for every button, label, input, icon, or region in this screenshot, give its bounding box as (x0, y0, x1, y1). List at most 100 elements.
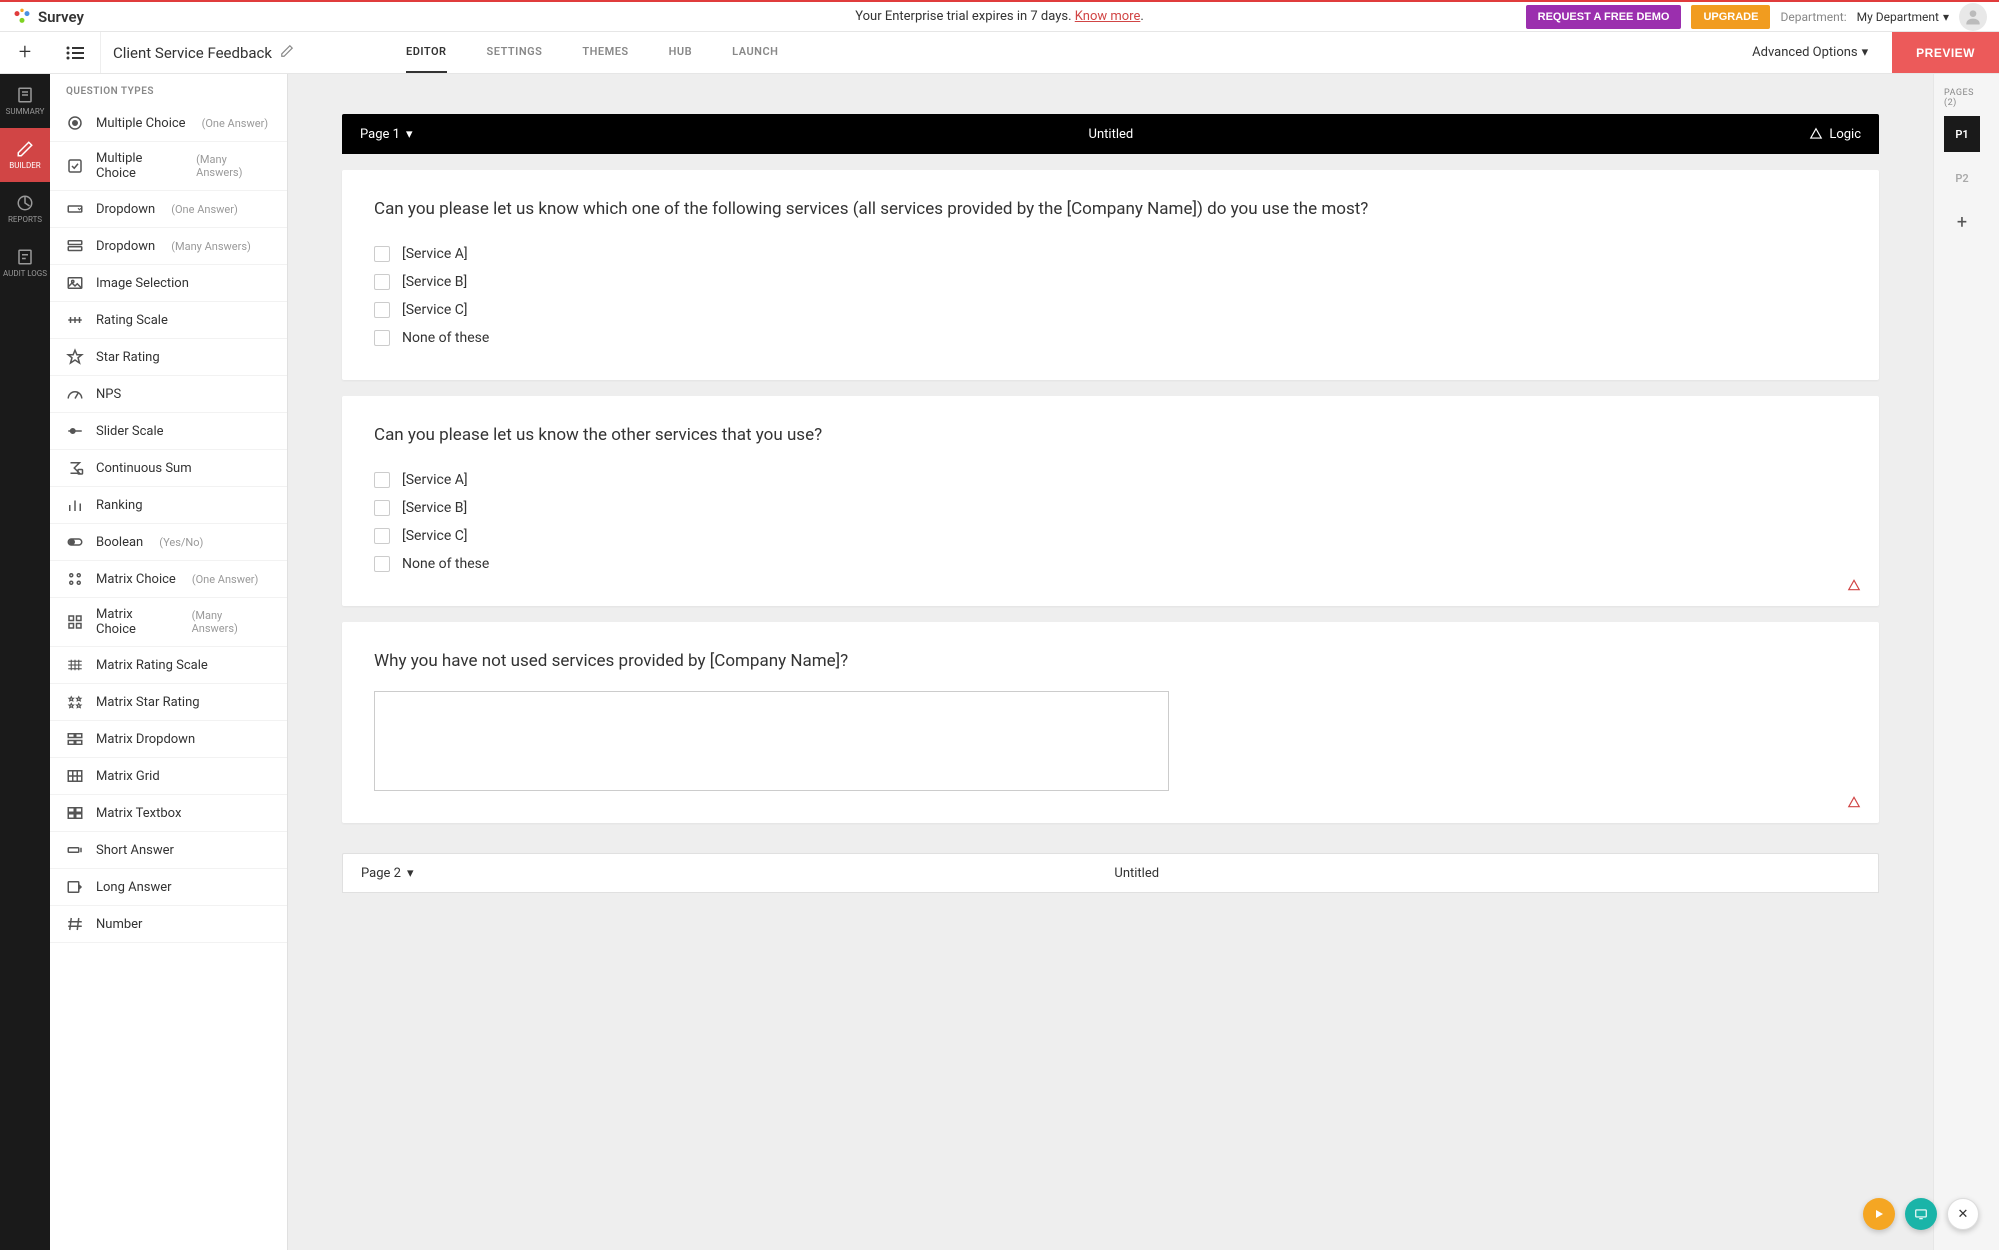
qtype-item[interactable]: Multiple Choice(One Answer) (50, 105, 287, 142)
logic-triangle-icon (1847, 578, 1861, 592)
qtype-item[interactable]: NPS (50, 376, 287, 413)
logic-indicator[interactable] (1847, 795, 1861, 813)
checkbox[interactable] (374, 500, 390, 516)
upgrade-button[interactable]: UPGRADE (1691, 5, 1770, 29)
answer-option[interactable]: None of these (374, 550, 1847, 578)
qtype-item[interactable]: Long Answer (50, 869, 287, 906)
qtype-label: Dropdown (96, 239, 155, 254)
answer-option[interactable]: [Service A] (374, 240, 1847, 268)
qtype-label: Star Rating (96, 350, 160, 365)
qtype-label: Dropdown (96, 202, 155, 217)
question-card[interactable]: Can you please let us know which one of … (342, 170, 1879, 380)
qtype-item[interactable]: Number (50, 906, 287, 943)
question-card[interactable]: Why you have not used services provided … (342, 622, 1879, 824)
rail-summary[interactable]: SUMMARY (0, 74, 50, 128)
avatar[interactable] (1959, 3, 1987, 31)
qtype-label: Matrix Rating Scale (96, 658, 208, 673)
page2-title[interactable]: Untitled (413, 866, 1860, 881)
rating-icon (66, 311, 84, 329)
checkbox[interactable] (374, 274, 390, 290)
editor-canvas[interactable]: Page 1 ▾ Untitled Logic Can you please l… (288, 74, 1933, 1250)
qtype-item[interactable]: Boolean(Yes/No) (50, 524, 287, 561)
tab-settings[interactable]: SETTINGS (487, 32, 543, 73)
page-header-bar: Page 1 ▾ Untitled Logic (342, 114, 1879, 154)
preview-button[interactable]: PREVIEW (1892, 32, 1999, 73)
page-thumb-2[interactable]: P2 (1944, 160, 1980, 196)
checkbox[interactable] (374, 330, 390, 346)
qtype-item[interactable]: Matrix Textbox (50, 795, 287, 832)
qtype-item[interactable]: Image Selection (50, 265, 287, 302)
qtype-item[interactable]: Matrix Dropdown (50, 721, 287, 758)
tab-editor[interactable]: EDITOR (406, 32, 447, 73)
page2-header-bar: Page 2 ▾ Untitled (342, 853, 1879, 893)
fab-help[interactable] (1905, 1198, 1937, 1230)
answer-option[interactable]: None of these (374, 324, 1847, 352)
trial-message: Your Enterprise trial expires in 7 days.… (855, 9, 1144, 24)
know-more-link[interactable]: Know more (1075, 9, 1141, 24)
edit-title-button[interactable] (280, 44, 294, 62)
qtype-item[interactable]: Star Rating (50, 339, 287, 376)
answer-label: [Service B] (402, 274, 467, 290)
image-icon (66, 274, 84, 292)
checkbox[interactable] (374, 528, 390, 544)
logic-indicator[interactable] (1847, 578, 1861, 596)
answer-option[interactable]: [Service B] (374, 268, 1847, 296)
qtype-item[interactable]: Dropdown(Many Answers) (50, 228, 287, 265)
page-selector[interactable]: Page 1 ▾ (360, 127, 412, 142)
tab-themes[interactable]: THEMES (582, 32, 628, 73)
answer-option[interactable]: [Service C] (374, 296, 1847, 324)
qtype-item[interactable]: Multiple Choice(Many Answers) (50, 142, 287, 191)
logo[interactable]: Survey (12, 7, 84, 27)
qtype-item[interactable]: Matrix Star Rating (50, 684, 287, 721)
builder-icon (16, 140, 34, 158)
qtype-item[interactable]: Short Answer (50, 832, 287, 869)
pages-title: PAGES (2) (1944, 88, 1989, 108)
department-label: Department: (1780, 10, 1846, 24)
answer-textarea[interactable] (374, 691, 1169, 791)
answer-option[interactable]: [Service C] (374, 522, 1847, 550)
rail-reports[interactable]: REPORTS (0, 182, 50, 236)
qtype-item[interactable]: Continuous Sum (50, 450, 287, 487)
answer-option[interactable]: [Service B] (374, 494, 1847, 522)
add-page-button[interactable]: + (1944, 204, 1980, 240)
logo-text: Survey (38, 8, 84, 26)
qtype-item[interactable]: Matrix Rating Scale (50, 647, 287, 684)
checkbox[interactable] (374, 556, 390, 572)
qtype-item[interactable]: Matrix Grid (50, 758, 287, 795)
fab-play[interactable] (1863, 1198, 1895, 1230)
long-icon (66, 878, 84, 896)
qtype-item[interactable]: Slider Scale (50, 413, 287, 450)
page2-selector[interactable]: Page 2 ▾ (361, 866, 413, 881)
qtype-item[interactable]: Matrix Choice(One Answer) (50, 561, 287, 598)
request-demo-button[interactable]: REQUEST A FREE DEMO (1526, 5, 1682, 29)
advanced-options-dropdown[interactable]: Advanced Options ▾ (1740, 45, 1880, 60)
question-text[interactable]: Can you please let us know which one of … (374, 198, 1847, 222)
department-dropdown[interactable]: My Department ▾ (1857, 10, 1949, 24)
checkbox[interactable] (374, 472, 390, 488)
checkbox[interactable] (374, 302, 390, 318)
qtype-label: Short Answer (96, 843, 174, 858)
answer-option[interactable]: [Service A] (374, 466, 1847, 494)
qtype-label: Ranking (96, 498, 143, 513)
question-card[interactable]: Can you please let us know the other ser… (342, 396, 1879, 606)
qtype-item[interactable]: Ranking (50, 487, 287, 524)
tab-hub[interactable]: HUB (669, 32, 693, 73)
tab-launch[interactable]: LAUNCH (732, 32, 778, 73)
page-thumb-1[interactable]: P1 (1944, 116, 1980, 152)
list-button[interactable] (50, 46, 100, 60)
answer-label: None of these (402, 556, 489, 572)
qtype-item[interactable]: Rating Scale (50, 302, 287, 339)
question-text[interactable]: Why you have not used services provided … (374, 650, 1847, 674)
qtype-item[interactable]: Matrix Choice(Many Answers) (50, 598, 287, 647)
close-icon: ✕ (1958, 1207, 1969, 1222)
page-title[interactable]: Untitled (412, 127, 1809, 142)
logic-button[interactable]: Logic (1809, 127, 1861, 142)
qtype-item[interactable]: Dropdown(One Answer) (50, 191, 287, 228)
rail-builder[interactable]: BUILDER (0, 128, 50, 182)
qtype-label: NPS (96, 387, 121, 402)
fab-close[interactable]: ✕ (1947, 1198, 1979, 1230)
rail-audit-logs[interactable]: AUDIT LOGS (0, 236, 50, 290)
add-button[interactable]: + (19, 40, 31, 65)
question-text[interactable]: Can you please let us know the other ser… (374, 424, 1847, 448)
checkbox[interactable] (374, 246, 390, 262)
